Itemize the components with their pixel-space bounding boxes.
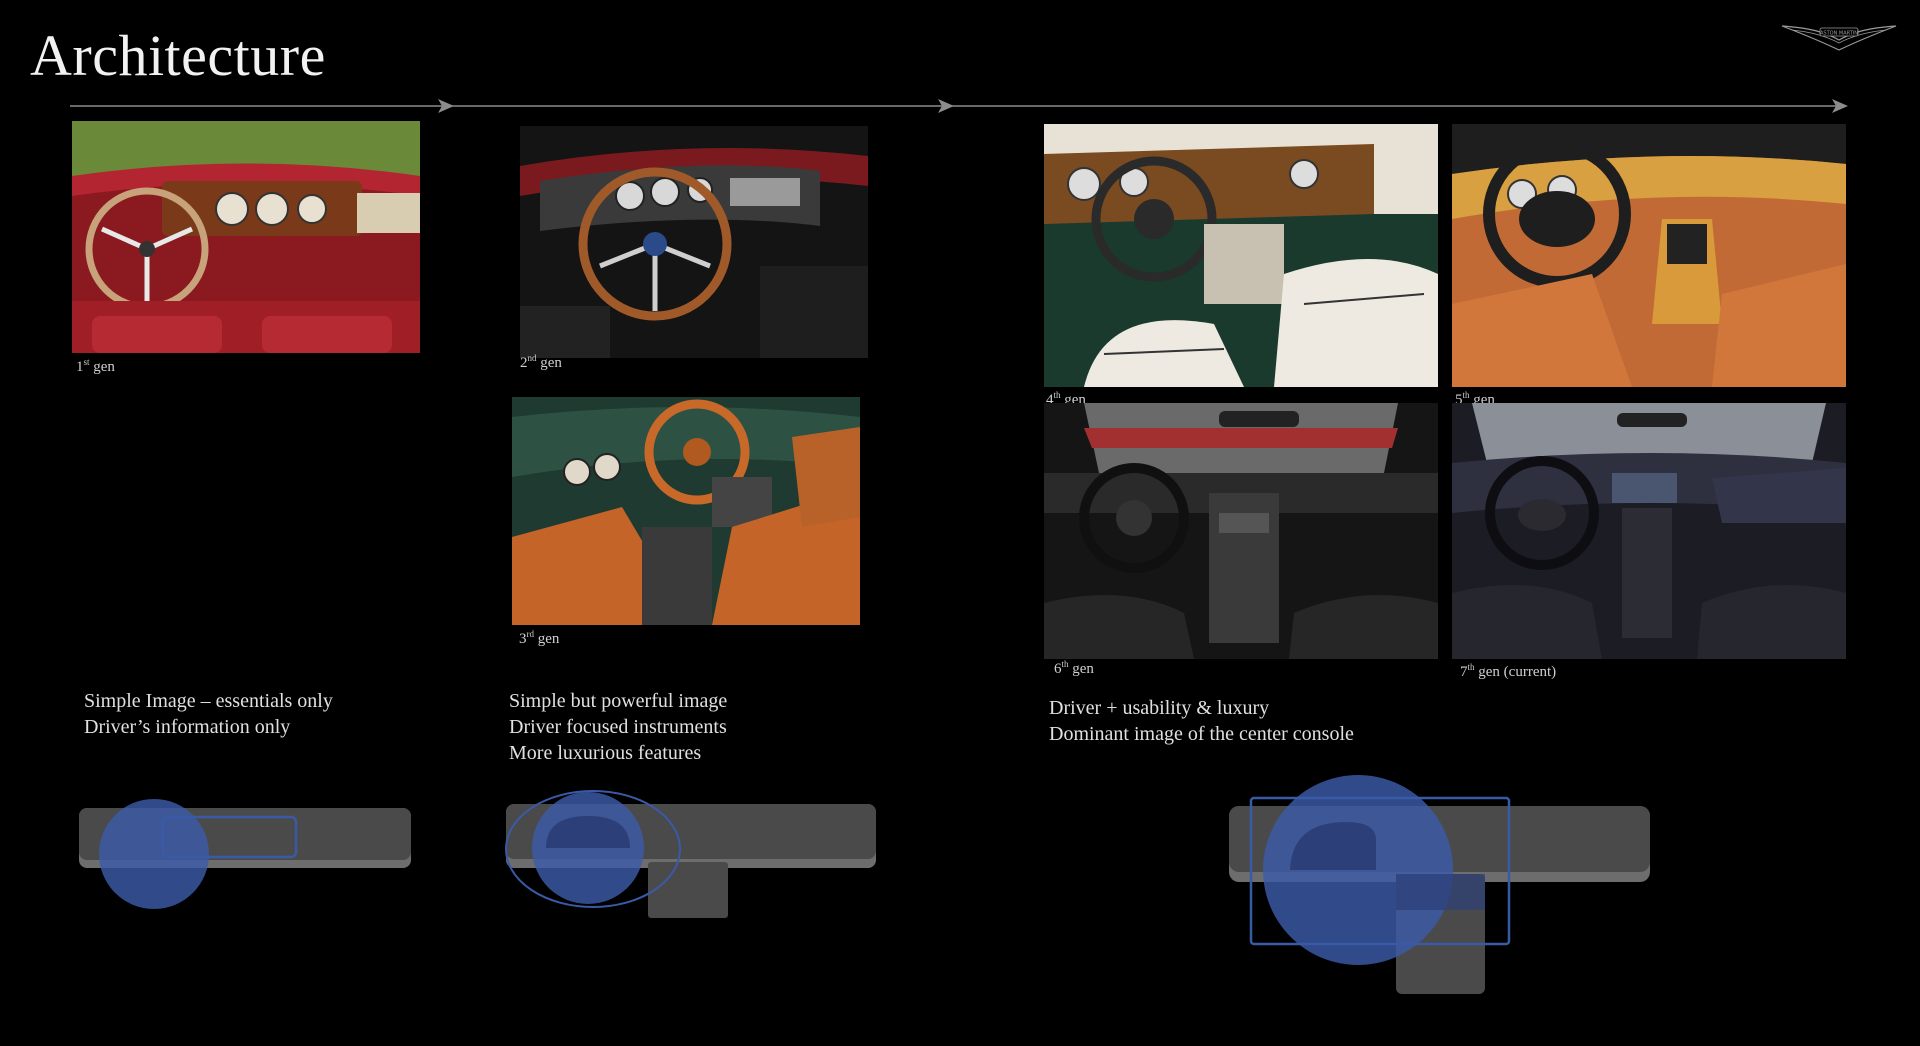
era1-description: Simple Image – essentials only Driver’s …	[84, 690, 333, 738]
gen2-caption: 2nd gen	[520, 353, 562, 371]
brand-wordmark: ASTON MARTIN	[1820, 31, 1858, 37]
gen5-interior-photo	[1452, 124, 1846, 387]
gen2-interior-photo	[520, 126, 868, 358]
gen3-interior-photo	[512, 397, 860, 625]
aston-martin-wings-logo: ASTON MARTIN	[1781, 25, 1897, 51]
gen7-interior-photo	[1452, 403, 1846, 659]
gen4-interior-photo	[1044, 124, 1438, 387]
era1-dashboard-diagram	[79, 799, 411, 909]
slide-title: Architecture	[30, 23, 326, 88]
era3-dashboard-diagram	[1229, 775, 1650, 994]
console-overlap	[1396, 874, 1485, 910]
driver-focus-circle	[99, 799, 209, 909]
gen1-caption: 1st gen	[76, 357, 115, 375]
era2-description: Simple but powerful image Driver focused…	[509, 690, 728, 764]
gen3-caption: 3rd gen	[519, 629, 560, 647]
gen6-interior-photo	[1044, 403, 1438, 659]
timeline-arrow	[70, 99, 1848, 113]
era2-dashboard-diagram	[505, 790, 876, 918]
gen1-interior-photo	[72, 121, 420, 353]
gen7-caption: 7th gen (current)	[1460, 662, 1557, 680]
era3-description: Driver + usability & luxury Dominant ima…	[1049, 697, 1354, 745]
gen6-caption: 6th gen	[1054, 659, 1094, 677]
center-console	[648, 862, 728, 918]
